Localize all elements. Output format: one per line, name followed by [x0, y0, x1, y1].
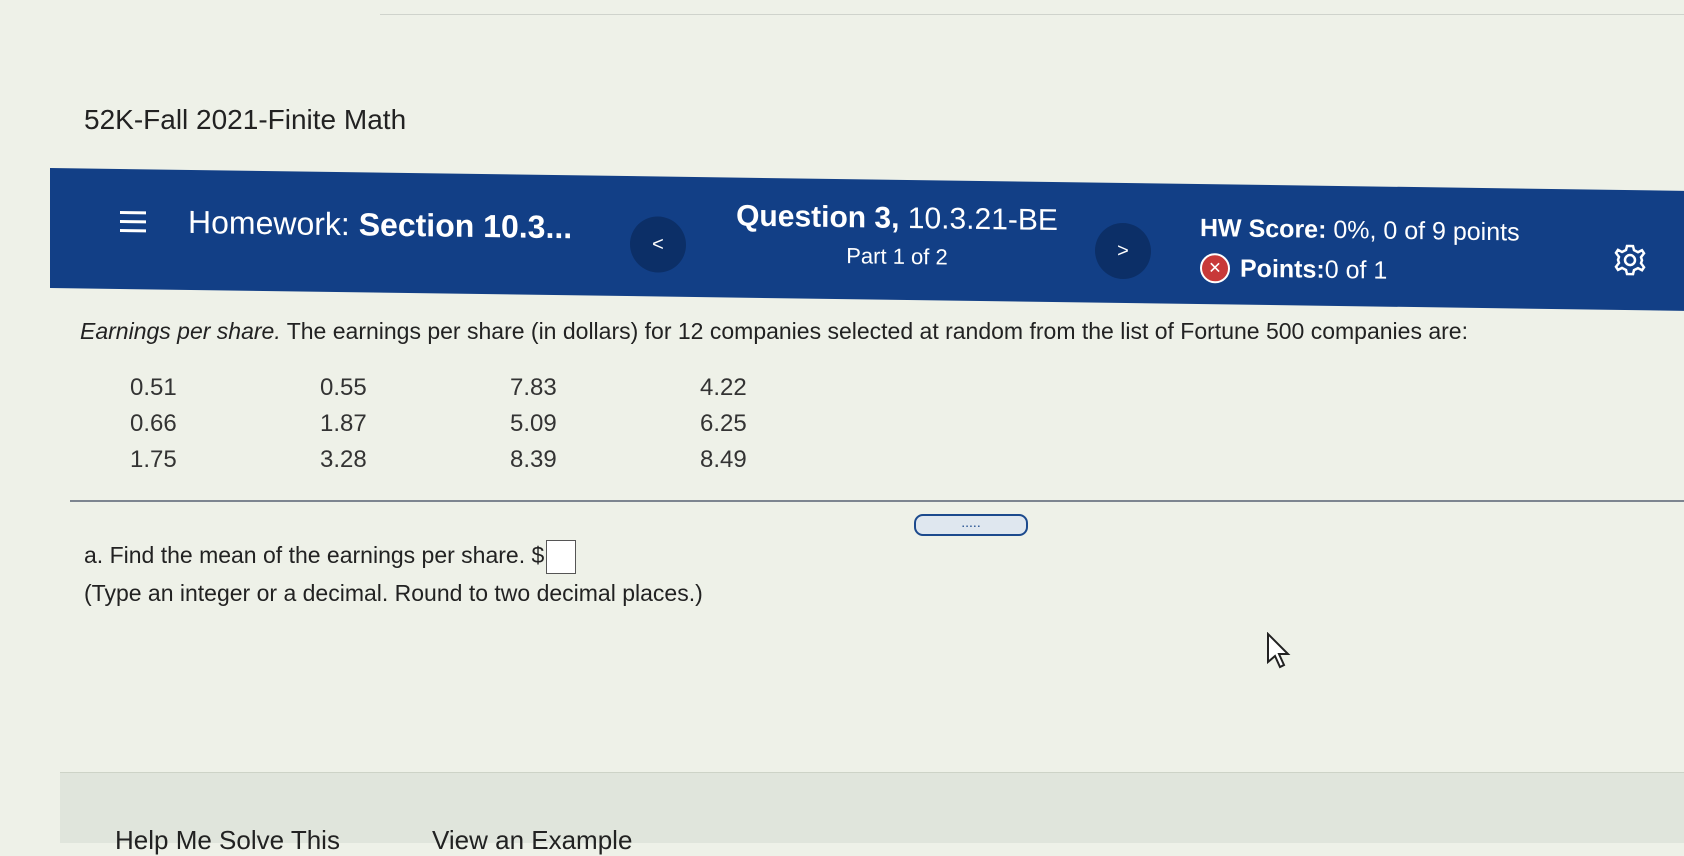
table-row: 1.75 3.28 8.39 8.49	[130, 446, 890, 482]
problem-statement: Earnings per share. The earnings per sha…	[80, 318, 1468, 345]
gear-icon[interactable]	[1610, 240, 1650, 281]
part-a-prompt: a. Find the mean of the earnings per sha…	[84, 542, 545, 569]
mean-answer-input[interactable]	[546, 540, 577, 574]
question-header-bar: Homework: Section 10.3... < Question 3, …	[50, 168, 1684, 311]
next-question-button[interactable]: >	[1095, 222, 1151, 280]
data-cell: 8.49	[700, 446, 747, 473]
question-title: Question 3, 10.3.21-BE	[736, 199, 1058, 238]
data-cell: 7.83	[510, 374, 557, 401]
points-value: 0 of 1	[1324, 255, 1388, 285]
problem-title: Earnings per share.	[80, 318, 281, 344]
score-block: HW Score: 0%, 0 of 9 points ✕ Points: 0 …	[1200, 214, 1520, 287]
answer-hint: (Type an integer or a decimal. Round to …	[84, 580, 703, 606]
table-row: 0.66 1.87 5.09 6.25	[130, 410, 890, 446]
data-cell: 1.75	[130, 446, 177, 473]
hw-score-value: 0%, 0 of 9 points	[1326, 215, 1520, 247]
question-part: Part 1 of 2	[846, 243, 948, 270]
section-divider	[70, 500, 1684, 502]
view-example-button[interactable]: View an Example	[432, 825, 632, 856]
data-cell: 0.55	[320, 374, 367, 401]
incorrect-icon: ✕	[1200, 253, 1230, 284]
help-me-solve-button[interactable]: Help Me Solve This	[115, 825, 340, 856]
previous-question-button[interactable]: <	[630, 216, 686, 273]
part-a-question: a. Find the mean of the earnings per sha…	[84, 540, 577, 574]
points-row: ✕ Points: 0 of 1	[1200, 253, 1520, 287]
data-cell: 4.22	[700, 374, 747, 401]
homework-title: Homework: Section 10.3...	[188, 204, 572, 246]
data-cell: 5.09	[510, 410, 557, 437]
top-border	[380, 0, 1684, 15]
homework-section: Section 10.3...	[358, 206, 573, 246]
data-cell: 6.25	[700, 410, 747, 437]
earnings-data-table: 0.51 0.55 7.83 4.22 0.66 1.87 5.09 6.25 …	[130, 374, 890, 482]
data-cell: 0.51	[130, 374, 177, 401]
mouse-pointer-icon	[1267, 632, 1291, 669]
expand-handle[interactable]: .....	[914, 514, 1028, 536]
question-code: 10.3.21-BE	[899, 201, 1058, 238]
footer-panel: Help Me Solve This View an Example	[60, 772, 1684, 855]
question-info: Question 3, 10.3.21-BE Part 1 of 2	[732, 200, 1062, 273]
problem-body: The earnings per share (in dollars) for …	[280, 318, 1468, 344]
hw-score: HW Score: 0%, 0 of 9 points	[1200, 214, 1520, 247]
data-cell: 3.28	[320, 446, 367, 473]
menu-icon[interactable]	[120, 210, 146, 233]
hw-score-label: HW Score:	[1200, 214, 1327, 244]
course-title: 52K-Fall 2021-Finite Math	[84, 104, 407, 135]
points-label: Points:	[1240, 254, 1325, 284]
data-cell: 8.39	[510, 446, 557, 473]
data-cell: 0.66	[130, 410, 177, 437]
data-cell: 1.87	[320, 410, 367, 437]
table-row: 0.51 0.55 7.83 4.22	[130, 374, 890, 410]
homework-prefix: Homework:	[188, 203, 359, 243]
